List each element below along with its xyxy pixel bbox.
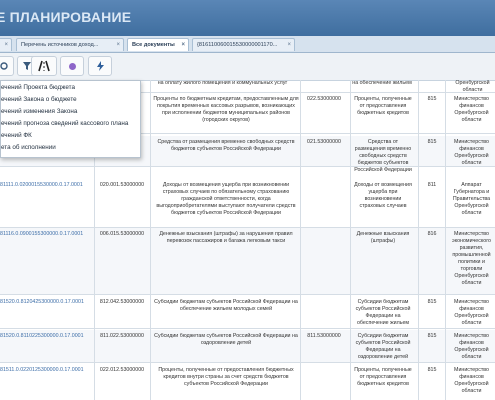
row-kbk-cell: 022.012.53000000 <box>99 367 145 373</box>
tab-income-sources[interactable]: Перечень источников доход... × <box>16 38 124 51</box>
row-code-cell[interactable]: 81520.0.8120425300000.0.17.0001 <box>0 299 92 306</box>
row-group-name-cell: Средства от размещения временно свободны… <box>354 139 412 173</box>
menu-item-execution-report[interactable]: ета об исполнении <box>1 142 140 154</box>
row-group-name-cell: Субсидии бюджетам субъектов Российской Ф… <box>355 299 411 326</box>
table-row[interactable]: 81520.0.8110225300000.0.17.0001 811.022.… <box>0 330 495 363</box>
row-name-cell: Доходы от возмещения ущерба при возникно… <box>156 182 296 216</box>
row-kbk-cell: 812.042.53000000 <box>99 299 145 305</box>
tab-bar: × Перечень источников доход... × Все доку… <box>0 36 495 53</box>
row-gad-cell: 815 <box>427 96 437 102</box>
settings-icon <box>0 62 8 70</box>
row-org-cell: Оренбургской области <box>455 80 490 93</box>
workflow-icon <box>38 60 50 72</box>
row-name-cell: Субсидии бюджетам субъектов Российской Ф… <box>154 299 298 312</box>
row-kbk-cell: 811.022.53000000 <box>100 333 144 339</box>
row-org-cell: Министерство финансов Оренбургской облас… <box>454 367 489 394</box>
close-icon[interactable]: × <box>287 39 291 51</box>
app-header: Е ПЛАНИРОВАНИЕ <box>0 0 495 36</box>
execute-button[interactable] <box>88 56 112 76</box>
row-org-cell: Министерство финансов Оренбургской облас… <box>454 333 489 360</box>
app-title: Е ПЛАНИРОВАНИЕ <box>0 9 132 25</box>
row-group-name-cell: Денежные взыскания (штрафы) <box>356 231 410 244</box>
tab-all-documents[interactable]: Все документы × <box>127 38 189 51</box>
row-gad-cell: 815 <box>427 367 437 373</box>
documents-dropdown-menu: ечений Проекта бюджета ечений Закона о б… <box>0 80 141 158</box>
settings-button[interactable] <box>0 56 14 76</box>
row-gad-cell: 811 <box>427 182 437 188</box>
row-name-cell: на оплату жилого помещения и коммунальны… <box>157 80 288 86</box>
table-row[interactable]: 81111.0.0200015530000.0.17.0001 020.001.… <box>0 179 495 228</box>
row-name-cell: Проценты, полученные от предоставления б… <box>158 367 294 387</box>
row-gad-cell: 815 <box>427 299 437 305</box>
row-name-cell: Субсидии бюджетам субъектов Российской Ф… <box>154 333 298 346</box>
row-gad-cell: 816 <box>427 231 437 237</box>
close-icon[interactable]: × <box>116 39 120 51</box>
menu-item-cash-plan-forecast[interactable]: ечений прогноза сведений кассового плана <box>1 118 140 130</box>
row-code-cell[interactable]: 81111.0.0200015530000.0.17.0001 <box>0 182 92 189</box>
menu-item-budget-law[interactable]: ечений Закона о бюджете <box>1 94 140 106</box>
row-kbk-cell: 020.001.53000000 <box>99 182 145 188</box>
column-divider <box>445 80 446 400</box>
row-group-name-cell: Субсидии бюджетам субъектов Российской Ф… <box>355 333 411 360</box>
column-divider <box>150 80 151 400</box>
menu-item-budget-project[interactable]: ечений Проекта бюджета <box>1 82 140 94</box>
row-gad-cell: 815 <box>427 333 437 339</box>
row-group-name-cell: на обеспечение жильем <box>352 80 412 86</box>
tab-document-record[interactable]: {816110060015530000001170... × <box>192 38 295 51</box>
workflow-button[interactable] <box>31 56 57 76</box>
row-org-cell: Министерство экономического развития, пр… <box>452 231 491 286</box>
row-group-name-cell: Проценты, полученные от предоставления б… <box>354 96 412 116</box>
row-code-cell[interactable]: 81116.0.0900155300000.0.17.0001 <box>0 231 92 238</box>
lightning-icon <box>96 61 104 71</box>
row-gad-cell: 815 <box>427 139 437 145</box>
tab-hidden[interactable]: × <box>0 38 12 51</box>
circle-icon <box>68 62 76 70</box>
status-button[interactable] <box>60 56 84 76</box>
row-group-name-cell: Доходы от возмещения ущерба при возникно… <box>354 182 412 209</box>
row-group-cell: 022.53000000 <box>307 96 341 102</box>
row-kbk-cell: 006.015.53000000 <box>99 231 145 237</box>
row-name-cell: Проценты по бюджетным кредитам, предоста… <box>153 96 299 123</box>
row-name-cell: Денежные взыскания (штрафы) за нарушения… <box>159 231 293 244</box>
row-group-cell: 811.53000000 <box>307 333 341 339</box>
row-org-cell: Министерство финансов Оренбургской облас… <box>454 139 489 166</box>
row-code-cell[interactable]: 81511.0.0220125300000.0.17.0001 <box>0 367 92 374</box>
close-icon[interactable]: × <box>181 39 185 51</box>
row-org-cell: Министерство финансов Оренбургской облас… <box>454 96 489 123</box>
toolbar <box>0 53 495 81</box>
table-row[interactable]: 81116.0.0900155300000.0.17.0001 006.015.… <box>0 228 495 295</box>
column-divider <box>350 80 351 400</box>
menu-item-fk[interactable]: ечений ФК <box>1 130 140 142</box>
menu-item-law-changes[interactable]: ечений изменения Закона <box>1 106 140 118</box>
close-icon[interactable]: × <box>4 39 8 51</box>
column-divider <box>300 80 301 400</box>
row-group-cell: 021.53000000 <box>307 139 341 145</box>
row-code-cell[interactable]: 81520.0.8110225300000.0.17.0001 <box>0 333 92 340</box>
row-name-cell: Средства от размещения временно свободны… <box>157 139 295 152</box>
table-row[interactable]: 81520.0.8120425300000.0.17.0001 812.042.… <box>0 296 495 329</box>
row-org-cell: Министерство финансов Оренбургской облас… <box>454 299 489 326</box>
row-org-cell: Аппарат Губернатора и Правительства Орен… <box>452 182 491 216</box>
row-group-name-cell: Проценты, полученные от предоставления б… <box>354 367 412 387</box>
column-divider <box>418 80 419 400</box>
table-row[interactable]: 81511.0.0220125300000.0.17.0001 022.012.… <box>0 364 495 400</box>
